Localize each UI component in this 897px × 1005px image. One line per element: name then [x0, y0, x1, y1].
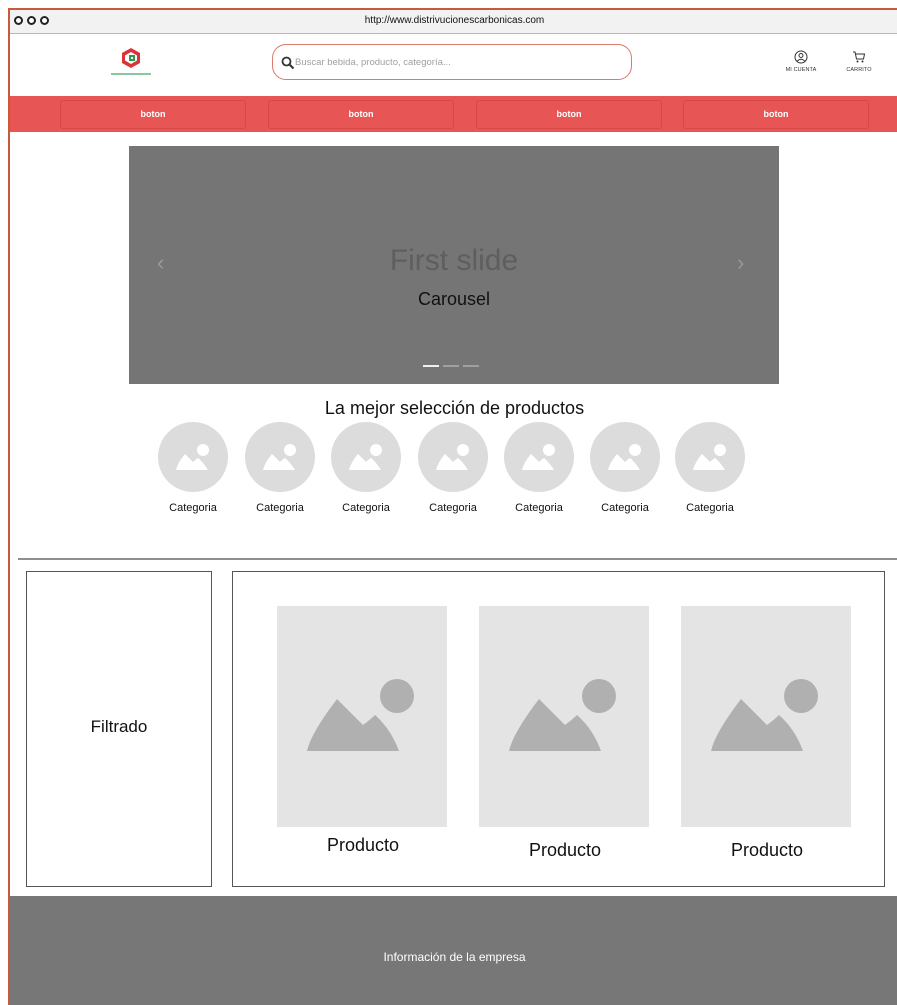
category-image [158, 422, 228, 492]
image-placeholder-icon [307, 679, 414, 751]
carousel-slide-caption: Carousel [417, 289, 491, 309]
category-item[interactable]: Categoria [670, 422, 750, 514]
site-footer: Información de la empresa [10, 896, 897, 1005]
category-label: Categoria [515, 502, 563, 514]
product-card[interactable]: Producto [277, 606, 449, 856]
browser-chrome: http://www.distrivucionescarbonicas.com [10, 10, 897, 34]
main-nav: boton boton boton boton [10, 96, 897, 132]
category-label: Categoria [342, 502, 390, 514]
site-header: MI CUENTA CARRITO [10, 34, 897, 96]
category-item[interactable]: Categoria [413, 422, 493, 514]
user-icon [794, 50, 808, 64]
cart-label: CARRITO [846, 67, 872, 73]
section-divider [18, 558, 897, 560]
account-button[interactable]: MI CUENTA [776, 50, 826, 73]
category-image [675, 422, 745, 492]
image-placeholder-icon [436, 444, 469, 470]
carousel-slide-title: First slide [389, 244, 519, 277]
image-placeholder-icon [509, 679, 616, 751]
search-icon[interactable] [281, 56, 295, 70]
carousel-indicator-1[interactable] [423, 365, 439, 367]
category-image [418, 422, 488, 492]
product-image [479, 606, 649, 827]
product-image [277, 606, 447, 827]
product-image [681, 606, 851, 827]
category-item[interactable]: Categoria [240, 422, 320, 514]
carousel-indicator-2[interactable] [443, 365, 459, 367]
filter-label: Filtrado [90, 717, 148, 736]
nav-button-2[interactable]: boton [268, 100, 454, 129]
search-input[interactable] [295, 53, 625, 71]
filter-panel[interactable]: Filtrado [26, 571, 212, 887]
cart-icon [853, 51, 866, 63]
search-bar [272, 44, 632, 80]
image-placeholder-icon [176, 444, 209, 470]
browser-window: http://www.distrivucionescarbonicas.com [8, 8, 897, 1005]
image-placeholder-icon [711, 679, 818, 751]
company-info-link[interactable]: Información de la empresa [10, 950, 897, 964]
category-item[interactable]: Categoria [153, 422, 233, 514]
category-image [504, 422, 574, 492]
image-placeholder-icon [608, 444, 641, 470]
categories-heading: La mejor selección de productos [324, 398, 585, 418]
category-item[interactable]: Categoria [326, 422, 406, 514]
carousel-next-icon[interactable]: › [737, 252, 744, 274]
category-label: Categoria [256, 502, 304, 514]
category-item[interactable]: Categoria [499, 422, 579, 514]
cart-button[interactable]: CARRITO [834, 50, 884, 73]
category-image [331, 422, 401, 492]
category-label: Categoria [169, 502, 217, 514]
site-logo[interactable] [107, 46, 155, 82]
category-label: Categoria [429, 502, 477, 514]
category-label: Categoria [686, 502, 734, 514]
nav-button-1[interactable]: boton [60, 100, 246, 129]
nav-button-3[interactable]: boton [476, 100, 662, 129]
carousel-indicators [423, 365, 479, 367]
product-grid: Producto Producto Producto [232, 571, 885, 887]
image-placeholder-icon [522, 444, 555, 470]
address-bar[interactable]: http://www.distrivucionescarbonicas.com [10, 15, 897, 26]
category-label: Categoria [601, 502, 649, 514]
category-image [590, 422, 660, 492]
product-card[interactable]: Producto [479, 606, 651, 861]
nav-button-4[interactable]: boton [683, 100, 869, 129]
product-label: Producto [730, 840, 804, 860]
image-placeholder-icon [349, 444, 382, 470]
image-placeholder-icon [263, 444, 296, 470]
product-card[interactable]: Producto [681, 606, 853, 861]
category-image [245, 422, 315, 492]
product-label: Producto [326, 835, 400, 855]
image-placeholder-icon [693, 444, 726, 470]
product-label: Producto [528, 840, 602, 860]
carousel-indicator-3[interactable] [463, 365, 479, 367]
category-item[interactable]: Categoria [585, 422, 665, 514]
account-label: MI CUENTA [785, 67, 817, 73]
hero-carousel: ‹ First slide Carousel › [129, 146, 779, 384]
